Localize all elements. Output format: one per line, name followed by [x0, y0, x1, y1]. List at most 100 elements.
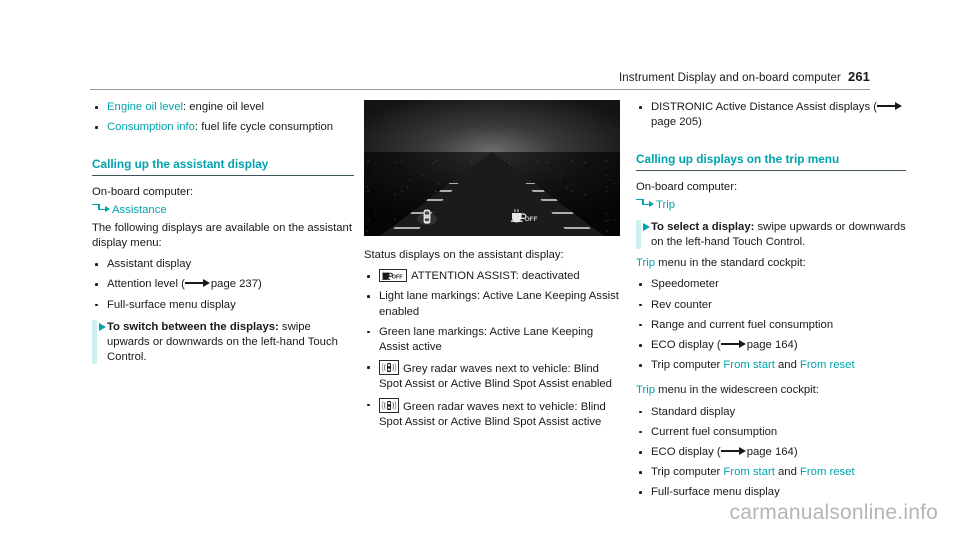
list-item-label: ATTENTION ASSIST: deactivated: [411, 270, 580, 283]
bullet-dot: [639, 364, 642, 367]
list-item: Current fuel consumption: [636, 425, 906, 440]
step-title: To switch between the displays:: [107, 320, 279, 333]
lane-marking: [525, 182, 536, 184]
bullet-dot: [639, 491, 642, 495]
list-item-label: : engine oil level: [183, 101, 265, 113]
figure-sky: [364, 100, 620, 152]
step-title: To select a display:: [651, 220, 755, 233]
menu-term: From start: [723, 466, 775, 479]
bullet-dot: [639, 344, 642, 347]
cross-reference-label: page 205: [651, 116, 699, 129]
bullet-dot: [639, 410, 642, 414]
cross-reference-arrow-icon: [720, 446, 747, 455]
bullet-dot: [95, 126, 98, 129]
bullet-dot: [95, 283, 98, 287]
list-item-label: Trip computer: [651, 466, 724, 479]
bullet-dot: [639, 471, 642, 474]
svg-text:OFF: OFF: [525, 216, 538, 223]
attention-assist-off-badge: OFF: [379, 269, 407, 283]
middle-column: Status displays on the assistant display…: [364, 248, 622, 435]
bullet-dot: [95, 303, 98, 307]
list-item-label: Full-surface menu display: [107, 298, 236, 311]
list-item-label: DISTRONIC Active Distance Assist display…: [651, 101, 877, 113]
bullet-dot: [639, 430, 642, 434]
list-item-label: Grey radar waves next to vehicle: Blind …: [379, 363, 612, 391]
instruction-step: To select a display: swipe upwards or do…: [636, 219, 906, 250]
lane-marking: [563, 226, 591, 229]
list-item-label: : fuel life cycle consumption: [194, 121, 334, 134]
cross-reference-arrow-icon: [184, 278, 211, 288]
list-item-label: Assistant display: [107, 258, 192, 271]
list-item: Range and current fuel consumption: [636, 318, 906, 333]
menu-term: From reset: [800, 466, 855, 479]
lane-marking: [531, 189, 545, 191]
standard-cockpit-intro: Trip menu in the standard cockpit:: [636, 256, 906, 271]
menu-path: Assistance: [92, 203, 354, 218]
bullet-dot: [367, 275, 370, 278]
svg-text:OFF: OFF: [392, 275, 403, 281]
instruction-step: To switch between the displays: swipe up…: [92, 319, 354, 366]
list-item: Trip computer From start and From reset: [636, 465, 906, 480]
menu-term: Engine oil level: [107, 101, 183, 113]
list-item: Green radar waves next to vehicle: Blind…: [364, 397, 622, 430]
section-heading: Calling up the assistant display: [92, 157, 354, 177]
bullet-dot: [367, 366, 370, 369]
menu-term: Trip: [636, 257, 656, 270]
list-item-label: Trip computer: [651, 359, 724, 372]
list-item: Consumption info: fuel life cycle consum…: [92, 120, 354, 135]
bullet-dot: [639, 451, 642, 454]
list-item: Grey radar waves next to vehicle: Blind …: [364, 360, 622, 392]
cross-reference-arrow-icon: [720, 339, 747, 348]
step-accent-bar: [636, 219, 641, 250]
bullet-dot: [367, 295, 370, 298]
list-item-label: Green lane markings: Active Lane Keeping…: [379, 325, 594, 354]
vehicle-with-lane-icon: [417, 209, 437, 225]
list-item: Speedometer: [636, 277, 906, 292]
widescreen-cockpit-intro-rest: menu in the widescreen cockpit:: [655, 384, 819, 397]
list-item-conjunction: and: [774, 359, 801, 372]
list-item: Green lane markings: Active Lane Keeping…: [364, 325, 622, 355]
obc-label: On-board computer:: [636, 181, 738, 194]
cross-reference-label: page 164: [746, 339, 794, 352]
list-item: Attention level (page 237): [92, 277, 354, 292]
cross-reference-label: page 164: [746, 446, 794, 459]
step-accent-bar: [92, 319, 97, 365]
bullet-dot: [95, 106, 98, 109]
standard-cockpit-intro-rest: menu in the standard cockpit:: [655, 257, 806, 270]
list-item-label: Attention level (: [107, 278, 185, 291]
blind-spot-grey-badge: [379, 360, 399, 376]
list-item-label: Green radar waves next to vehicle: Blind…: [379, 400, 606, 428]
list-item-suffix: ): [258, 278, 262, 291]
list-item-suffix: ): [698, 116, 702, 129]
menu-path-label: Trip: [656, 198, 676, 211]
cross-reference-arrow-icon: [877, 101, 903, 110]
bullet-dot: [367, 330, 370, 334]
lane-marking: [551, 212, 574, 214]
step-triangle-icon: [642, 223, 650, 232]
bullet-dot: [639, 283, 642, 287]
intro-text: The following displays are available on …: [92, 221, 352, 250]
widescreen-cockpit-intro: Trip menu in the widescreen cockpit:: [636, 383, 906, 398]
menu-term: From reset: [800, 359, 855, 372]
list-item: DISTRONIC Active Distance Assist display…: [636, 100, 906, 130]
page-number: 261: [848, 69, 870, 84]
list-item: Engine oil level: engine oil level: [92, 100, 354, 115]
menu-term: Consumption info: [107, 121, 195, 134]
right-column: DISTRONIC Active Distance Assist display…: [636, 100, 906, 506]
bullet-dot: [367, 403, 370, 407]
menu-path: Trip: [636, 198, 906, 213]
menu-term: Trip: [636, 384, 656, 397]
list-item-suffix: ): [793, 446, 798, 459]
menu-path-label: Assistance: [112, 203, 167, 216]
list-item-label: Rev counter: [651, 298, 712, 311]
menu-term: From start: [723, 359, 775, 372]
running-head: Instrument Display and on-board computer…: [90, 64, 870, 90]
branch-arrow-icon: [636, 198, 654, 209]
list-item-label: Standard display: [651, 405, 736, 418]
list-item: Standard display: [636, 405, 906, 420]
list-item-label: Full-surface menu display: [651, 486, 780, 499]
running-head-rule: [90, 89, 870, 90]
list-item: OFF ATTENTION ASSIST: deactivated: [364, 269, 622, 284]
list-item: Assistant display: [92, 257, 354, 272]
